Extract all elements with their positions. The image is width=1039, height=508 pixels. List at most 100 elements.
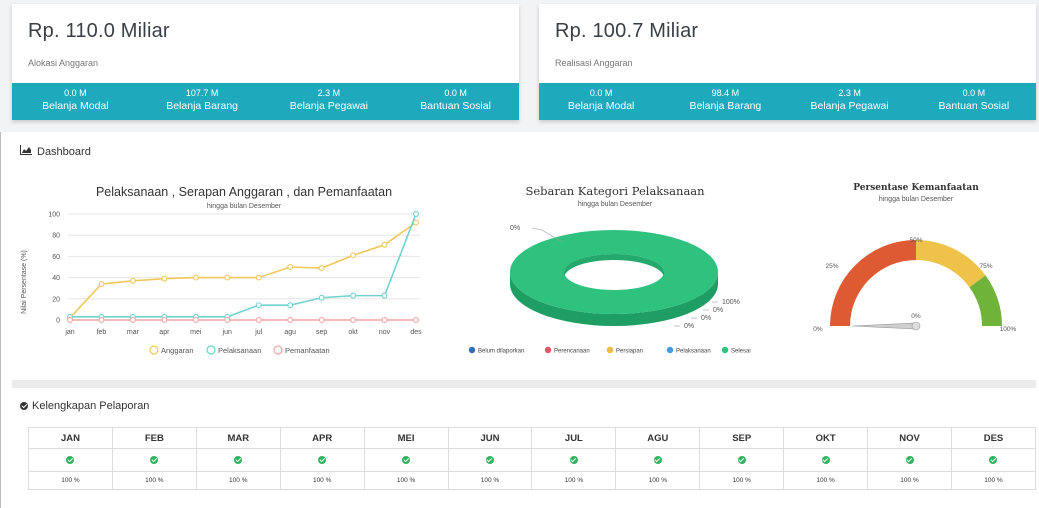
gauge-tick-label: 0% [813,326,823,333]
data-point [318,265,325,272]
label: Belanja Modal [567,100,635,112]
data-point [413,219,419,226]
legend-item-anggaran[interactable]: Anggaran [149,345,194,355]
percent-row: 100 % 100 % 100 % 100 % 100 % 100 % 100 % 100 %… [28,471,1037,490]
data-point [318,317,325,323]
gauge-chart-title: Persentase Kemanfaatan [853,183,979,193]
legend-item-pelaksanaan[interactable]: Pelaksanaan [206,345,261,355]
data-point [350,292,357,299]
month-header: OKT [783,427,869,449]
status-cell [447,448,533,472]
legend-label: Belum dilaporkan [478,349,524,355]
realisasi-bantuan-sosial: 0.0 M Bantuan Sosial [912,83,1036,120]
legend-marker [721,346,729,354]
status-cell [279,448,365,472]
data-point [192,274,199,281]
month-header: JUL [531,427,617,449]
line-chart-legend: Anggaran Pelaksanaan Pemanfaatan [149,345,330,355]
alokasi-breakdown: 0.0 M Belanja Modal 107.7 M Belanja Barang… [12,83,519,120]
legend-item-pemanfaatan[interactable]: Pemanfaatan [273,345,330,355]
value: 0.0 M [962,88,986,98]
legend-item[interactable]: Pelaksanaan [666,346,711,355]
percent-cell: 100 % [28,471,113,490]
x-tick-label: mei [190,329,202,336]
data-point [381,317,388,323]
month-header: APR [279,427,365,449]
label: Belanja Pegawai [289,100,368,112]
data-point [129,317,136,323]
status-cell [867,448,952,472]
legend-item[interactable]: Selesai [721,346,751,355]
alokasi-card: Rp. 110.0 Miliar Alokasi Anggaran 0.0 M B… [12,4,519,120]
status-cell [195,448,281,472]
realisasi-belanja-pegawai: 2.3 M Belanja Pegawai [788,83,912,120]
alokasi-amount: Rp. 110.0 Miliar [28,20,170,42]
legend-marker [149,345,159,355]
legend-item[interactable]: Persiapan [606,346,643,355]
slice-label: 0% [701,315,711,322]
alokasi-label: Alokasi Anggaran [28,58,99,68]
y-tick-label: 60 [52,254,60,261]
gauge-tick-label: 25% [825,263,838,270]
x-tick-label: nov [379,329,391,336]
data-point [98,281,105,287]
status-cell [615,448,701,472]
data-point [161,317,168,323]
percent-cell: 100 % [363,471,449,490]
month-header: MEI [363,427,449,449]
status-row [28,448,1037,472]
legend-marker [544,346,552,354]
gauge-tick-label: 50% [909,237,922,244]
legend-label: Pemanfaatan [285,346,330,355]
value: 107.7 M [185,88,219,98]
gauge-tick-label: 100% [1000,326,1017,333]
y-axis-label: Nilai Persentase (%) [21,250,28,314]
x-tick-label: des [410,329,422,336]
data-point [161,275,168,282]
legend-marker [206,345,216,355]
status-cell [28,448,113,472]
legend-marker [666,346,674,354]
realisasi-label: Realisasi Anggaran [555,58,633,68]
legend-label: Perencanaan [554,349,590,355]
month-header: FEB [111,427,197,449]
legend-item[interactable]: Perencanaan [544,346,590,355]
month-header: NOV [867,427,952,449]
legend-item[interactable]: Belum dilaporkan [468,346,525,355]
x-tick-label: apr [159,329,170,336]
line-chart: Pelaksanaan , Serapan Anggaran , dan Pem… [21,185,422,355]
legend-label: Pelaksanaan [218,346,261,355]
realisasi-belanja-modal: 0.0 M Belanja Modal [539,83,663,120]
gauge-chart-subtitle: hingga bulan Desember [879,196,954,203]
dashboard-title: Dashboard [37,145,91,158]
x-tick-label: jul [254,329,262,336]
series-line-anggaran [69,221,417,319]
value: 0.0 M [589,88,613,98]
data-point [287,302,294,309]
donut-chart-legend: Belum dilaporkan Perencanaan Persiapan Pela… [468,346,751,355]
slice-label: 0% [510,225,520,232]
data-point [224,274,231,281]
data-point [192,317,199,323]
check-circle-icon [20,402,28,410]
check-circle-icon [989,455,998,464]
check-circle-icon [402,455,411,464]
data-point [287,264,294,270]
value: 0.0 M [64,88,87,98]
legend-marker [468,346,476,354]
label: Belanja Modal [42,100,109,112]
data-point [287,317,294,323]
percent-cell: 100 % [279,471,365,490]
gauge-needle [851,322,917,330]
alokasi-belanja-pegawai: 2.3 M Belanja Pegawai [266,83,393,120]
gauge-chart: Persentase Kemanfaatan hingga bulan Dese… [813,183,1017,333]
status-cell [783,448,869,472]
month-header: MAR [195,427,281,449]
x-tick-label: sep [316,329,327,336]
percent-cell: 100 % [783,471,869,490]
y-tick-label: 20 [52,296,60,303]
status-cell [363,448,449,472]
series-line-pelaksanaan [70,213,417,318]
status-cell [531,448,617,472]
value: 0.0 M [444,88,467,98]
